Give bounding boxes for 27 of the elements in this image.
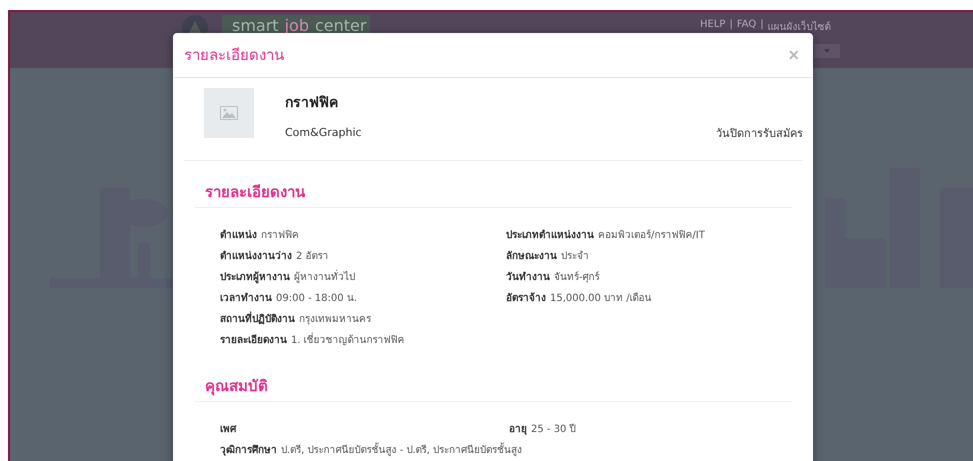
header-link[interactable]: HELP [700,19,726,34]
detail-field: วันทำงาน จันทร์-ศุกร์ [503,267,603,288]
company-name: Com&Graphic [285,126,362,139]
detail-field: เวลาทำงาน 09:00 - 18:00 น. [217,288,360,309]
detail-field: ประเภทผู้หางาน ผู้หางานทั่วไป [217,267,358,288]
section-title: คุณสมบัติ [195,355,792,402]
detail-field: ตำแหน่งงานว่าง 2 อัตรา [217,246,332,267]
link-separator: | [729,19,733,32]
image-icon [220,106,238,120]
detail-field: วุฒิการศึกษา ป.ตรี, ประกาศนียบัตรชั้นสูง - ป.ตรี, ประกาศนียบัตรชั้นสูง [217,440,526,461]
detail-field: ประเภทตำแหน่งงาน คอมพิวเตอร์/กราฟฟิค/IT [503,225,708,246]
header-link[interactable]: แผนผังเว็บไซต์ [768,19,831,34]
detail-field: เพศ [217,419,239,440]
header-link[interactable]: FAQ [736,19,756,34]
detail-field: รายละเอียดงาน 1. เชี่ยวชาญด้านกราฟฟิค [217,330,408,351]
detail-field: อายุ 25 - 30 ปี [506,419,579,440]
dropdown[interactable] [814,44,840,58]
detail-field: ตำแหน่ง กราฟฟิค [217,225,302,246]
section-title: รายละเอียดงาน [195,161,792,208]
dialog-title: รายละเอียดงาน [184,45,284,66]
job-title: กราฟฟิค [285,94,339,113]
detail-field: ลักษณะงาน ประจำ [503,246,592,267]
link-separator: | [760,19,764,32]
detail-field: อัตราจ้าง 15,000.00 บาท /เดือน [503,288,655,309]
closing-date-label: วันปิดการรับสมัคร [716,126,803,142]
close-button[interactable]: × [784,44,803,66]
detail-field: สถานที่ปฏิบัติงาน กรุงเทพมหานคร [217,309,374,330]
